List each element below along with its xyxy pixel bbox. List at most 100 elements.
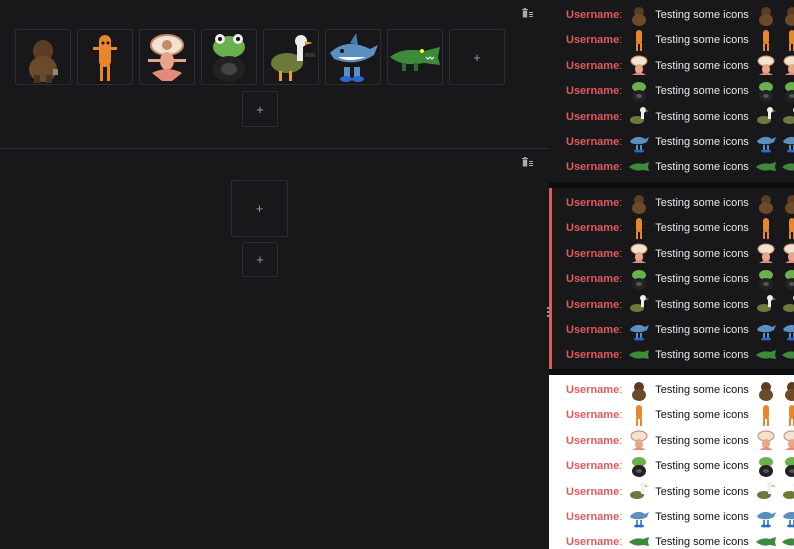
chat-colon: : xyxy=(619,409,623,422)
chat-username: Username xyxy=(566,9,620,21)
goose-emote-icon xyxy=(782,481,794,503)
coffee-girl-emote-icon xyxy=(782,430,794,452)
chat-line: Username: Testing some icons xyxy=(566,3,794,27)
chat-colon: : xyxy=(619,384,623,396)
emote-slot-coffee-girl[interactable] xyxy=(139,29,195,85)
chat-message: Testing some icons xyxy=(655,34,749,47)
chat-message: Testing some icons xyxy=(655,384,749,396)
gator-emote-icon xyxy=(781,531,794,549)
shark-emote-icon xyxy=(629,319,650,341)
bigfoot-emote-icon xyxy=(782,4,794,26)
chat-username: Username xyxy=(566,511,620,523)
chat-username: Username xyxy=(566,434,620,447)
add-row-button[interactable]: + xyxy=(242,242,278,277)
emote-editor: + + + + xyxy=(0,0,549,549)
shark-emote-icon xyxy=(782,131,794,153)
coffee-girl-emote-icon xyxy=(629,243,649,265)
add-emote-slot-button[interactable]: + xyxy=(449,29,505,85)
chat-line: Username: Testing some icons xyxy=(566,293,794,317)
shark-emote-icon xyxy=(782,319,794,341)
chat-preview-dark: Username: Testing some icons Username: Test… xyxy=(549,0,794,182)
chat-username: Username xyxy=(566,136,620,148)
chat-message: Testing some icons xyxy=(655,349,749,362)
trash-icon[interactable] xyxy=(522,157,533,167)
chat-colon: : xyxy=(619,9,623,21)
chat-colon: : xyxy=(619,536,623,549)
chat-line: Username: Testing some icons xyxy=(566,130,794,154)
chat-message: Testing some icons xyxy=(655,434,749,447)
coffee-girl-emote-icon xyxy=(629,55,649,77)
chat-username: Username xyxy=(566,85,620,98)
emote-slot-bigfoot[interactable] xyxy=(15,29,71,85)
shark-emote-icon xyxy=(629,506,650,528)
coffee-girl-emote-icon xyxy=(756,430,776,452)
carrot-man-emote-icon xyxy=(756,404,776,427)
gator-emote-icon xyxy=(629,344,650,366)
chat-line: Username: Testing some icons xyxy=(566,403,794,427)
bigfoot-emote-icon xyxy=(756,192,776,214)
chat-username: Username xyxy=(566,222,620,235)
gator-emote-icon xyxy=(755,344,776,366)
emote-slot-shark[interactable] xyxy=(325,29,381,85)
gator-emote-icon xyxy=(629,156,650,178)
add-row-button[interactable]: + xyxy=(242,91,278,127)
chat-message: Testing some icons xyxy=(655,59,749,72)
chat-username: Username xyxy=(566,161,620,174)
chat-message: Testing some icons xyxy=(655,485,749,498)
emote-set-section-2: + + xyxy=(0,149,549,549)
emote-slot-gator[interactable] xyxy=(387,29,443,85)
frog-tire-emote-icon xyxy=(756,455,776,478)
chat-username: Username xyxy=(566,34,620,47)
goose-emote-icon xyxy=(756,106,776,128)
chat-colon: : xyxy=(619,485,623,498)
chat-message: Testing some icons xyxy=(655,247,749,260)
trash-icon[interactable] xyxy=(522,8,533,18)
chat-colon: : xyxy=(619,161,623,174)
shark-emote-icon xyxy=(782,506,794,528)
chat-line: Username: Testing some icons xyxy=(566,54,794,78)
chat-username: Username xyxy=(566,273,620,286)
gator-emote-icon xyxy=(781,344,794,366)
gator-emote-icon xyxy=(755,531,776,549)
goose-emote-icon xyxy=(629,294,650,316)
chat-line: Username: Testing some icons xyxy=(566,242,794,266)
chat-username: Username xyxy=(566,59,620,72)
chat-username: Username xyxy=(566,110,620,123)
chat-message: Testing some icons xyxy=(655,136,749,148)
chat-colon: : xyxy=(619,247,623,260)
chat-line: Username: Testing some icons xyxy=(566,480,794,504)
chat-colon: : xyxy=(619,434,623,447)
chat-line: Username: Testing some icons xyxy=(566,267,794,291)
shark-emote-icon xyxy=(756,131,776,153)
carrot-man-emote-icon xyxy=(782,29,794,52)
chat-line: Username: Testing some icons xyxy=(566,429,794,453)
add-emote-slot-button[interactable]: + xyxy=(231,180,288,237)
chat-colon: : xyxy=(619,298,623,311)
carrot-man-emote-icon xyxy=(629,404,649,427)
chat-username: Username xyxy=(566,298,620,311)
chat-colon: : xyxy=(619,110,623,123)
chat-message: Testing some icons xyxy=(655,9,749,21)
frog-tire-emote-icon xyxy=(782,455,794,478)
chat-colon: : xyxy=(619,34,623,47)
shark-emote-icon xyxy=(756,319,776,341)
chat-message: Testing some icons xyxy=(655,197,749,209)
chat-username: Username xyxy=(566,460,620,473)
shark-emote-icon xyxy=(629,131,650,153)
emote-slot-frog-tire[interactable] xyxy=(201,29,257,85)
chat-colon: : xyxy=(619,59,623,72)
emote-slot-goose[interactable] xyxy=(263,29,319,85)
chat-line: Username: Testing some icons xyxy=(566,155,794,179)
emote-slot-carrot-man[interactable] xyxy=(77,29,133,85)
gator-emote-icon xyxy=(629,531,650,549)
chat-line: Username: Testing some icons xyxy=(566,28,794,52)
bigfoot-emote-icon xyxy=(782,192,794,214)
carrot-man-emote-icon xyxy=(756,217,776,240)
coffee-girl-emote-icon xyxy=(756,55,776,77)
bigfoot-emote-icon xyxy=(629,379,649,401)
goose-emote-icon xyxy=(629,481,650,503)
chat-colon: : xyxy=(619,324,623,336)
gator-emote-icon xyxy=(755,156,776,178)
carrot-man-emote-icon xyxy=(782,217,794,240)
frog-tire-emote-icon xyxy=(756,80,776,103)
